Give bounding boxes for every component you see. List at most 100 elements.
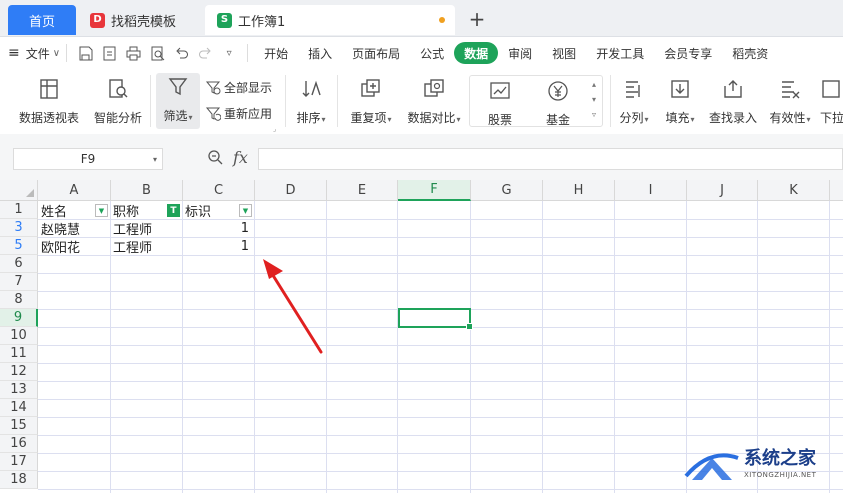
formula-input[interactable]: [258, 148, 843, 170]
menu-docer[interactable]: 稻壳资: [722, 42, 778, 64]
new-tab-button[interactable]: +: [465, 7, 489, 31]
export-pdf-icon[interactable]: [97, 42, 121, 64]
duplicates-label: 重复项▾: [350, 111, 392, 125]
chevron-down-icon[interactable]: ▾: [153, 155, 157, 164]
stocks-button[interactable]: 股票: [478, 77, 522, 128]
select-all-corner[interactable]: [0, 180, 38, 201]
smart-analysis-button[interactable]: 智能分析: [92, 75, 144, 126]
divider: [66, 44, 68, 62]
reapply-button[interactable]: 重新应用: [205, 105, 272, 122]
data-compare-button[interactable]: 数据对比▾: [403, 75, 465, 126]
tab-home[interactable]: 首页: [8, 5, 76, 35]
reapply-icon: [205, 107, 221, 121]
filter-dropdown-a-icon[interactable]: ▼: [95, 204, 108, 217]
pivot-table-button[interactable]: 数据透视表: [18, 75, 80, 126]
divider: [285, 75, 286, 127]
tab-workbook[interactable]: S 工作簿1: [205, 5, 455, 35]
row-header-11[interactable]: 11: [0, 345, 38, 363]
column-header-b[interactable]: B: [111, 180, 183, 201]
column-header-c[interactable]: C: [183, 180, 255, 201]
row-header-12[interactable]: 12: [0, 363, 38, 381]
row-header-15[interactable]: 15: [0, 417, 38, 435]
redo-icon[interactable]: [193, 42, 217, 64]
menu-page-layout[interactable]: 页面布局: [342, 42, 410, 64]
print-preview-icon[interactable]: [145, 42, 169, 64]
row-header-3[interactable]: 3: [0, 219, 38, 237]
column-header-j[interactable]: J: [687, 180, 758, 201]
sort-label: 排序▾: [296, 111, 326, 125]
menu-member[interactable]: 会员专享: [654, 42, 722, 64]
funds-button[interactable]: 基金: [536, 77, 580, 128]
fill-button[interactable]: 填充▾: [660, 75, 700, 126]
chevron-down-icon[interactable]: ∨: [53, 48, 60, 59]
row-header-9[interactable]: 9: [0, 309, 38, 327]
row-header-18[interactable]: 18: [0, 471, 38, 489]
smart-analysis-label: 智能分析: [93, 111, 142, 125]
column-header-i[interactable]: I: [615, 180, 687, 201]
validity-button[interactable]: 有效性▾: [766, 75, 814, 126]
row-header-8[interactable]: 8: [0, 291, 38, 309]
selected-cell-f9[interactable]: [398, 308, 473, 330]
hamburger-icon[interactable]: ≡: [8, 45, 20, 61]
fx-icon[interactable]: fx: [233, 148, 248, 167]
tab-template[interactable]: D 找稻壳模板: [80, 5, 202, 35]
cell-c3[interactable]: 1: [182, 219, 254, 237]
menu-data[interactable]: 数据: [454, 42, 499, 64]
menu-view[interactable]: 视图: [542, 42, 586, 64]
split-column-button[interactable]: 分列▾: [614, 75, 654, 126]
column-header-l[interactable]: [830, 180, 843, 201]
menu-developer[interactable]: 开发工具: [586, 42, 654, 64]
cell-c5[interactable]: 1: [182, 237, 254, 255]
cell-b3[interactable]: 工程师: [110, 219, 182, 238]
duplicates-button[interactable]: 重复项▾: [345, 75, 397, 126]
menu-start[interactable]: 开始: [254, 42, 298, 64]
filter-dropdown-c-icon[interactable]: ▼: [239, 204, 252, 217]
undo-icon[interactable]: [169, 42, 193, 64]
row-header-5[interactable]: 5: [0, 237, 38, 255]
menu-review[interactable]: 审阅: [498, 42, 542, 64]
docer-logo-icon: D: [90, 12, 105, 28]
print-icon[interactable]: [121, 42, 145, 64]
menu-insert[interactable]: 插入: [298, 42, 342, 64]
column-header-e[interactable]: E: [327, 180, 398, 201]
lookup-entry-button[interactable]: 查找录入: [706, 75, 760, 126]
gallery-scroll[interactable]: ▴ ▾ ▿: [588, 77, 600, 125]
tab-template-label: 找稻壳模板: [111, 14, 177, 30]
row-header-14[interactable]: 14: [0, 399, 38, 417]
sort-button[interactable]: 排序▾: [291, 75, 331, 126]
save-icon[interactable]: [73, 42, 97, 64]
data-compare-icon: [422, 75, 446, 103]
cell-a3[interactable]: 赵晓慧: [38, 219, 110, 238]
filter-active-b-icon[interactable]: T: [167, 204, 180, 217]
row-header-7[interactable]: 7: [0, 273, 38, 291]
row-header-17[interactable]: 17: [0, 453, 38, 471]
column-header-f[interactable]: F: [398, 180, 471, 201]
dropdown-list-button[interactable]: 下拉: [820, 75, 843, 126]
row-header-16[interactable]: 16: [0, 435, 38, 453]
filter-label: 筛选▾: [163, 109, 193, 123]
column-header-h[interactable]: H: [543, 180, 615, 201]
lookup-entry-label: 查找录入: [708, 111, 757, 125]
menu-formulas[interactable]: 公式: [410, 42, 454, 64]
row-header-13[interactable]: 13: [0, 381, 38, 399]
filter-button[interactable]: 筛选▾: [156, 73, 200, 129]
row-header-1[interactable]: 1: [0, 201, 38, 219]
name-box[interactable]: F9 ▾: [13, 148, 163, 170]
row-header-6[interactable]: 6: [0, 255, 38, 273]
show-all-button[interactable]: 全部显示: [205, 79, 272, 96]
file-menu[interactable]: 文件: [26, 45, 50, 62]
column-header-a[interactable]: A: [38, 180, 111, 201]
pivot-table-label: 数据透视表: [18, 111, 79, 125]
cell-b5[interactable]: 工程师: [110, 237, 182, 256]
group-launcher-icon[interactable]: ⌟: [273, 125, 276, 133]
cell-a5[interactable]: 欧阳花: [38, 237, 110, 256]
column-header-g[interactable]: G: [471, 180, 543, 201]
divider: [337, 75, 338, 127]
zoom-magnifier-icon[interactable]: [207, 149, 223, 169]
column-header-k[interactable]: K: [758, 180, 830, 201]
row-header-10[interactable]: 10: [0, 327, 38, 345]
column-header-d[interactable]: D: [255, 180, 327, 201]
customize-quick-access-icon[interactable]: ▿: [217, 42, 241, 64]
fill-down-icon: [669, 75, 691, 103]
grid-line: [614, 201, 615, 493]
